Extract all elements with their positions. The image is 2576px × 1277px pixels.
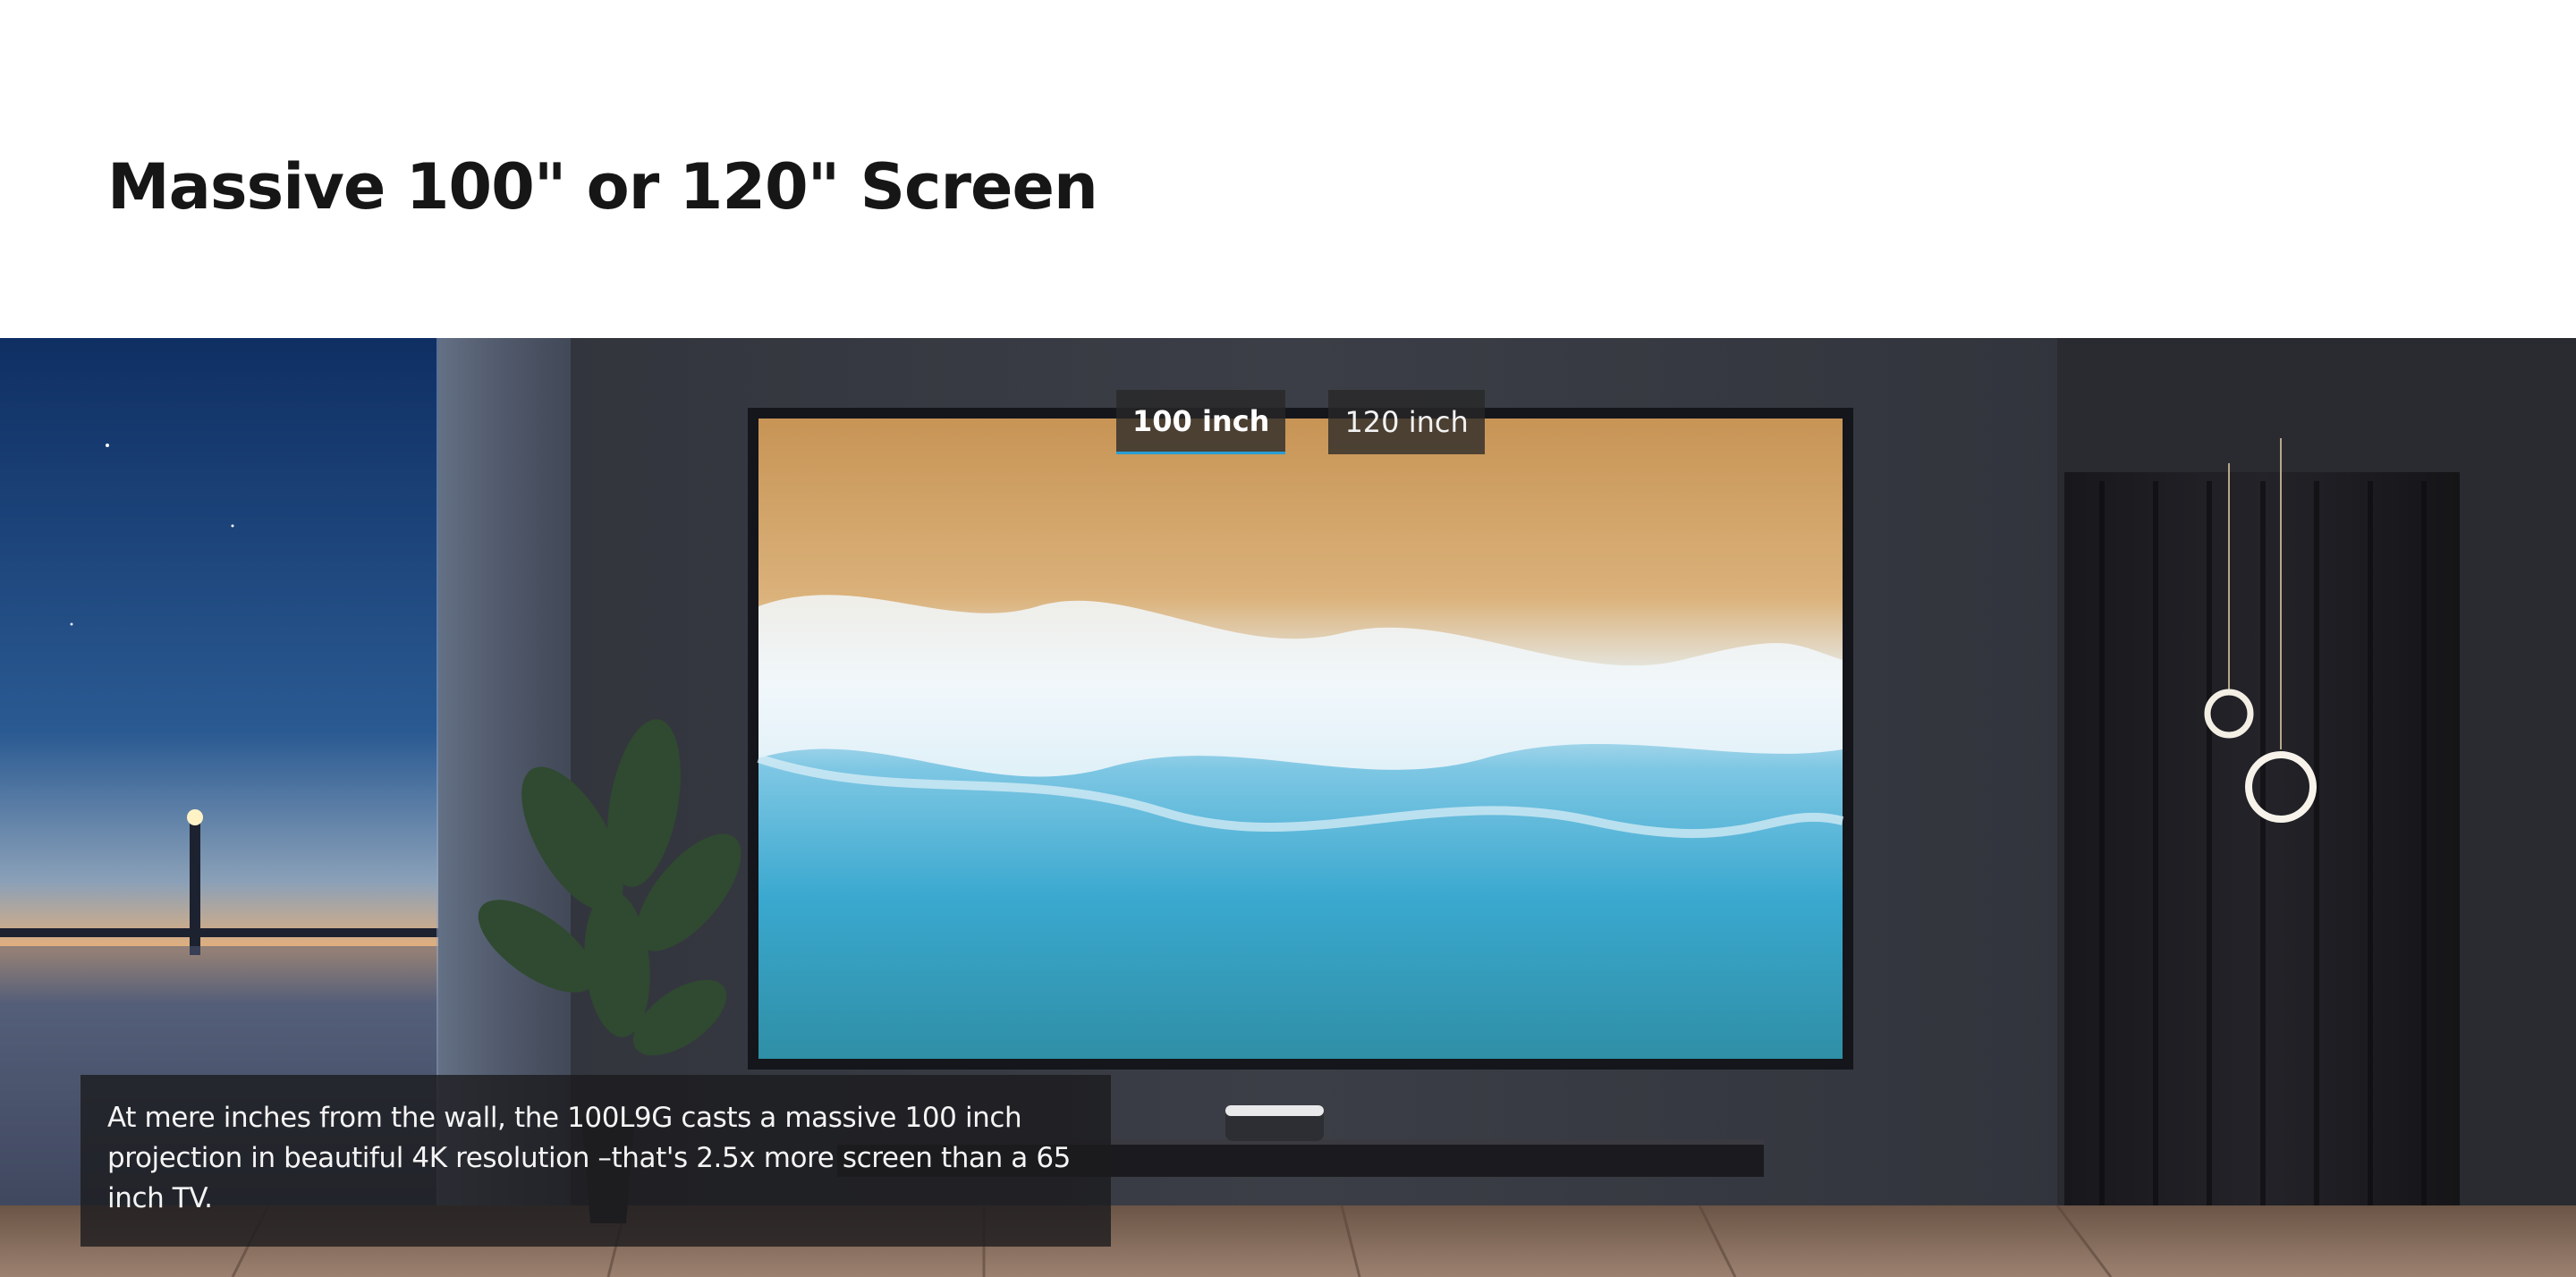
screen-size-tabs: 100 inch 120 inch: [1116, 390, 1485, 454]
section-header: Massive 100" or 120" Screen: [0, 0, 2576, 338]
caption-text: At mere inches from the wall, the 100L9G…: [107, 1102, 1071, 1214]
tab-100-inch[interactable]: 100 inch: [1116, 390, 1286, 454]
page-title: Massive 100" or 120" Screen: [107, 150, 1098, 224]
caption-overlay: At mere inches from the wall, the 100L9G…: [80, 1075, 1111, 1247]
tab-120-inch[interactable]: 120 inch: [1328, 390, 1485, 454]
